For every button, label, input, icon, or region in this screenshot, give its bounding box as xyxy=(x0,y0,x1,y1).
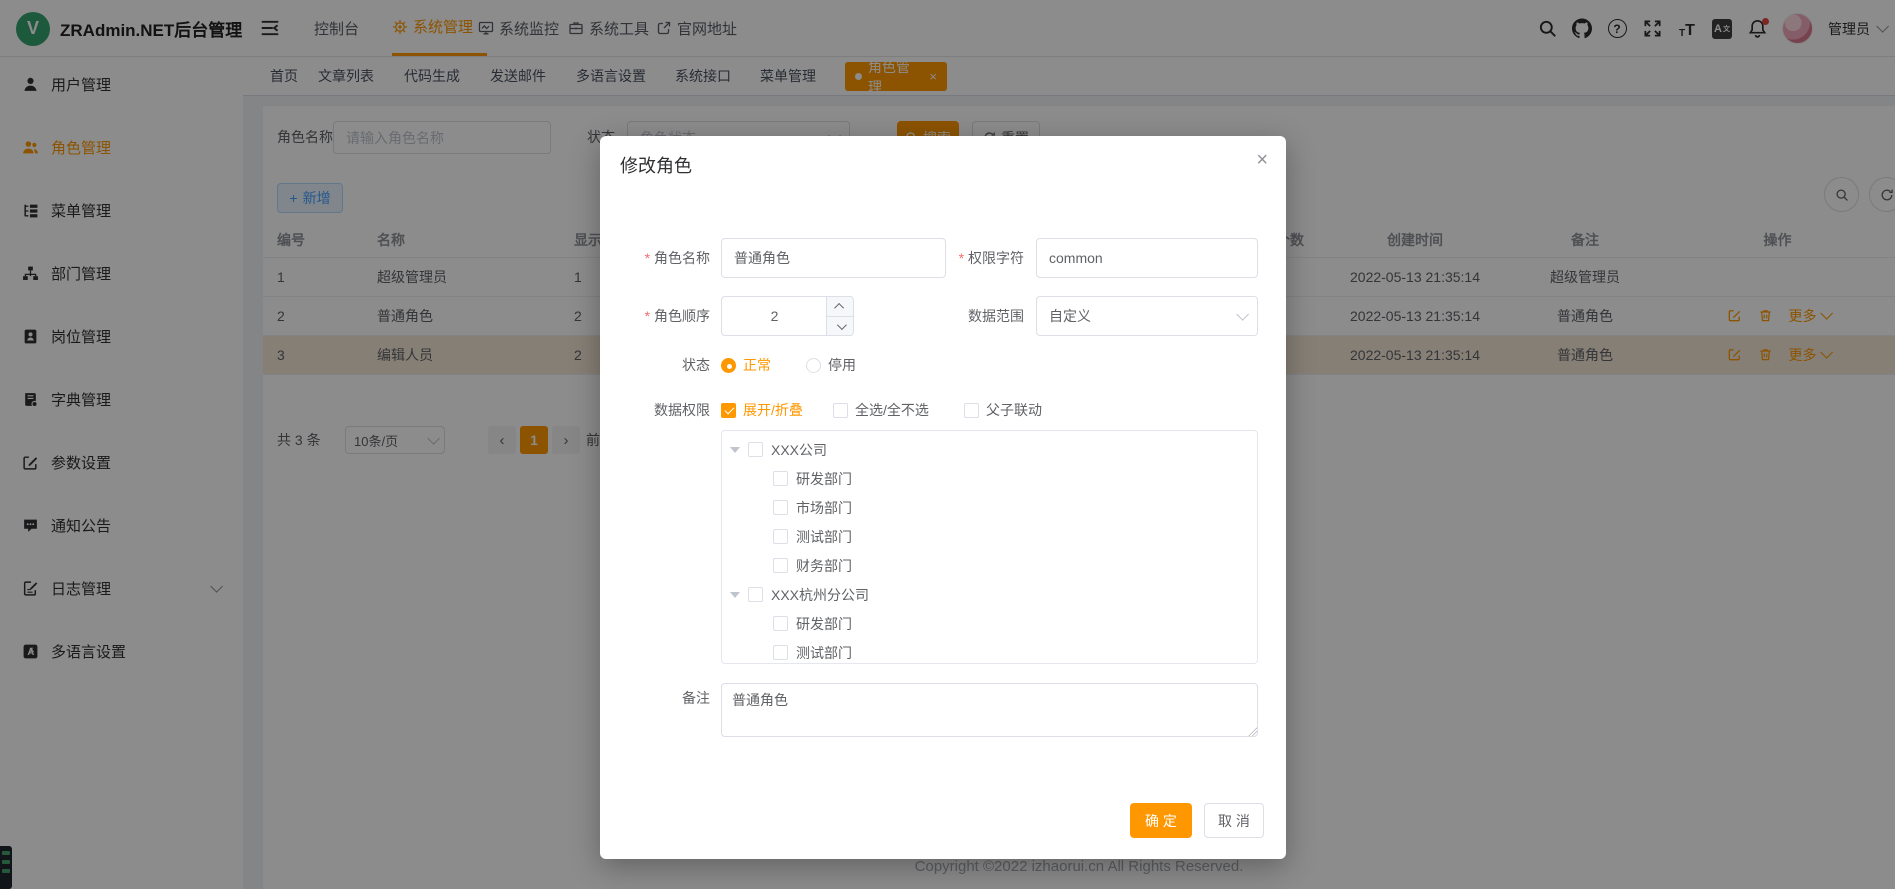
confirm-button[interactable]: 确 定 xyxy=(1130,803,1192,838)
role-key-field[interactable] xyxy=(1036,238,1258,278)
checkbox-icon[interactable] xyxy=(773,500,788,515)
tree-node-label: 财务部门 xyxy=(796,556,852,576)
checkbox-label: 展开/折叠 xyxy=(743,400,803,420)
data-scope-field-label: 数据范围 xyxy=(914,296,1024,336)
tree-node-child[interactable]: 研发部门 xyxy=(722,464,1257,493)
radio-selected-icon xyxy=(721,358,736,373)
checkbox-icon[interactable] xyxy=(773,471,788,486)
checkbox-label: 父子联动 xyxy=(986,400,1042,420)
parent-child-link-checkbox[interactable]: 父子联动 xyxy=(964,400,1042,420)
checkbox-icon[interactable] xyxy=(748,442,763,457)
checkbox-label: 全选/全不选 xyxy=(855,400,929,420)
remark-textarea[interactable]: 普通角色 xyxy=(721,683,1258,737)
app-root: V ZRAdmin.NET后台管理 控制台 系统管理 系统监控 系统工具 官网地… xyxy=(0,0,1895,889)
status-radio-normal[interactable]: 正常 xyxy=(721,355,771,375)
close-icon[interactable]: × xyxy=(1256,150,1268,170)
checkbox-icon xyxy=(833,403,848,418)
role-sort-stepper[interactable]: 2 xyxy=(721,296,854,336)
role-name-field[interactable] xyxy=(721,238,946,278)
tree-node-child[interactable]: 测试部门 xyxy=(722,522,1257,551)
role-sort-value: 2 xyxy=(722,297,827,335)
remark-field-label: 备注 xyxy=(600,688,710,708)
checkbox-icon xyxy=(964,403,979,418)
checkbox-icon[interactable] xyxy=(773,616,788,631)
checkbox-checked-icon xyxy=(721,403,736,418)
chevron-down-icon xyxy=(1236,308,1249,321)
tree-node-label: 测试部门 xyxy=(796,643,852,663)
tree-node-parent[interactable]: XXX公司 xyxy=(722,435,1257,464)
status-field-label: 状态 xyxy=(600,355,710,375)
edit-role-dialog: 修改角色 × 角色名称 权限字符 角色顺序 2 数据范围 自定义 状态 正常 停… xyxy=(600,136,1286,859)
chevron-up-icon xyxy=(834,303,844,313)
cancel-button[interactable]: 取 消 xyxy=(1204,803,1264,838)
tree-node-child[interactable]: 研发部门 xyxy=(722,609,1257,638)
radio-label: 停用 xyxy=(828,355,856,375)
stepper-up-button[interactable] xyxy=(826,297,853,316)
radio-icon xyxy=(806,358,821,373)
role-sort-field-label: 角色顺序 xyxy=(600,296,710,336)
role-name-field-label: 角色名称 xyxy=(600,238,710,278)
tree-node-label: XXX公司 xyxy=(771,440,827,460)
dialog-title: 修改角色 xyxy=(620,152,692,178)
data-scope-select[interactable]: 自定义 xyxy=(1036,296,1258,336)
role-key-field-label: 权限字符 xyxy=(914,238,1024,278)
tree-node-label: 研发部门 xyxy=(796,469,852,489)
data-scope-value: 自定义 xyxy=(1049,306,1091,326)
checkbox-icon[interactable] xyxy=(773,529,788,544)
tree-node-label: 测试部门 xyxy=(796,527,852,547)
tree-node-child[interactable]: 财务部门 xyxy=(722,551,1257,580)
checkbox-icon[interactable] xyxy=(773,558,788,573)
tree-node-label: 研发部门 xyxy=(796,614,852,634)
checkbox-icon[interactable] xyxy=(748,587,763,602)
status-radio-disabled[interactable]: 停用 xyxy=(806,355,856,375)
data-perms-field-label: 数据权限 xyxy=(600,400,710,420)
chevron-down-icon xyxy=(836,320,846,330)
expand-collapse-checkbox[interactable]: 展开/折叠 xyxy=(721,400,803,420)
tree-node-child[interactable]: 测试部门 xyxy=(722,638,1257,664)
tree-node-label: XXX杭州分公司 xyxy=(771,585,869,605)
caret-down-icon[interactable] xyxy=(730,592,740,598)
tree-node-child[interactable]: 市场部门 xyxy=(722,493,1257,522)
tree-node-label: 市场部门 xyxy=(796,498,852,518)
caret-down-icon[interactable] xyxy=(730,447,740,453)
tree-node-parent[interactable]: XXX杭州分公司 xyxy=(722,580,1257,609)
select-all-checkbox[interactable]: 全选/全不选 xyxy=(833,400,929,420)
checkbox-icon[interactable] xyxy=(773,645,788,660)
permission-tree: XXX公司 研发部门 市场部门 测试部门 财务部门 XXX杭州分公司 xyxy=(721,430,1258,664)
stepper-down-button[interactable] xyxy=(826,316,853,335)
radio-label: 正常 xyxy=(743,355,771,375)
